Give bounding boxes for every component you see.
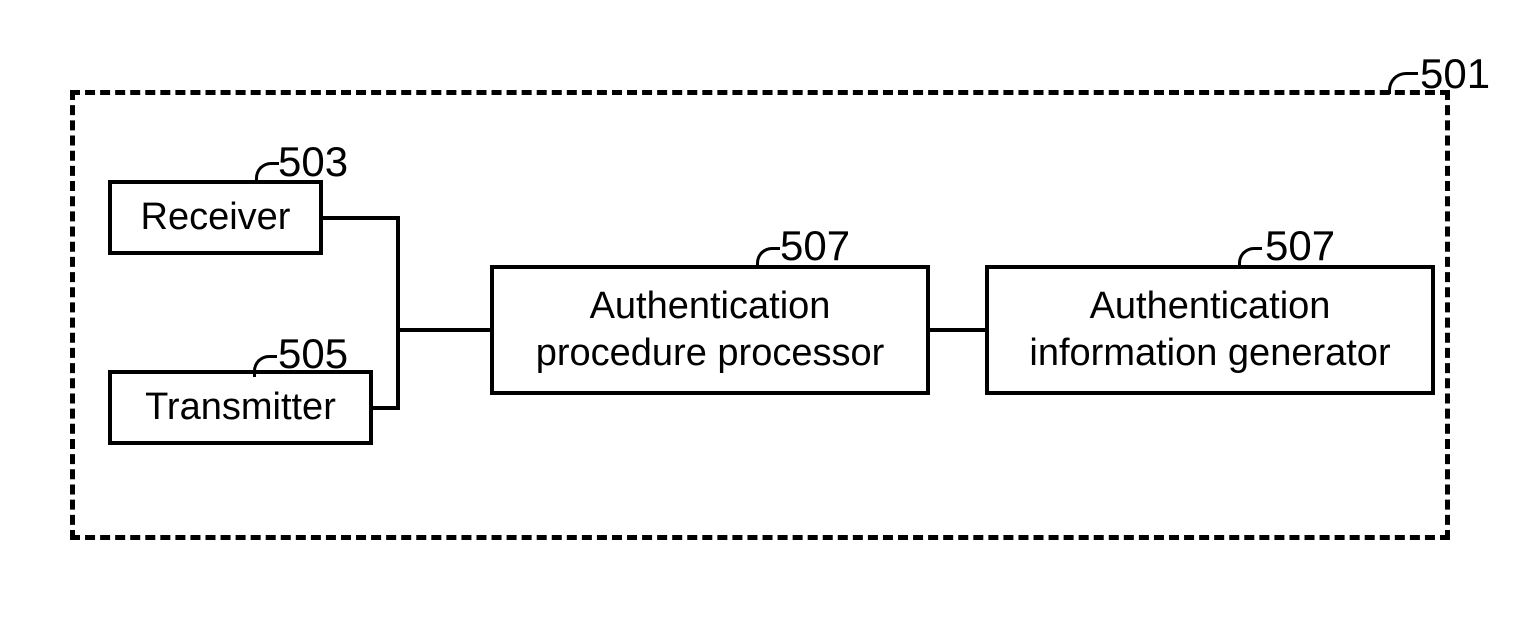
generator-label: Authentication information generator: [1029, 283, 1390, 378]
transmitter-label: Transmitter: [145, 384, 336, 432]
connector-receiver-junction: [323, 216, 400, 220]
processor-label: Authentication procedure processor: [536, 283, 885, 378]
transmitter-ref-label: 505: [278, 330, 348, 378]
connector-vertical-junction: [396, 216, 400, 410]
container-ref-tick: [1388, 72, 1418, 94]
receiver-ref-label: 503: [278, 138, 348, 186]
generator-ref-label: 507: [1265, 222, 1335, 270]
receiver-block: Receiver: [108, 180, 323, 255]
connector-processor-generator: [930, 328, 985, 332]
processor-block: Authentication procedure processor: [490, 265, 930, 395]
processor-ref-label: 507: [780, 222, 850, 270]
generator-block: Authentication information generator: [985, 265, 1435, 395]
transmitter-block: Transmitter: [108, 370, 373, 445]
container-ref-label: 501: [1420, 50, 1490, 98]
connector-junction-processor: [396, 328, 491, 332]
receiver-label: Receiver: [141, 194, 291, 242]
